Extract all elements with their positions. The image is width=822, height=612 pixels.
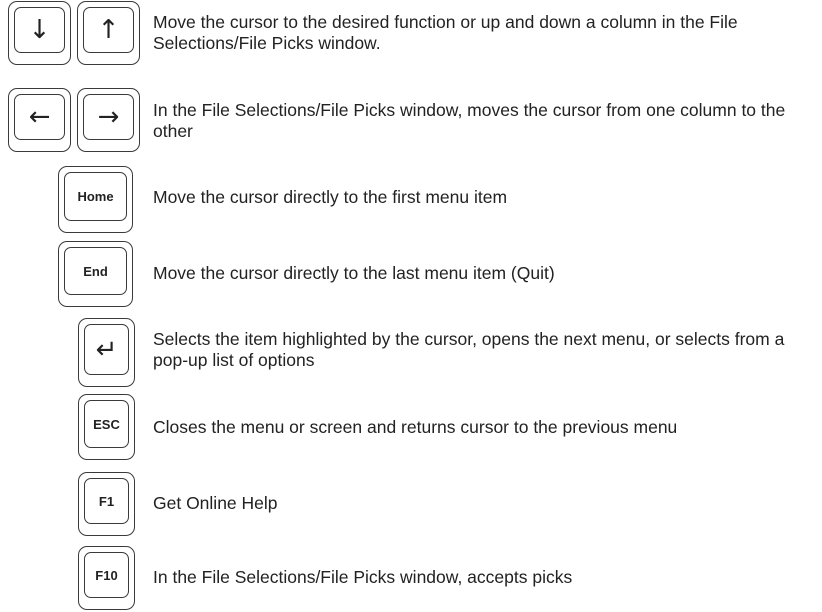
- f1-key: F1: [78, 472, 135, 536]
- arrow-left-key: ←: [8, 88, 71, 152]
- end-key: End: [58, 241, 133, 307]
- end-key-label: End: [64, 247, 127, 295]
- arrow-up-icon: ↑: [83, 7, 134, 53]
- row-7-description: Get Online Help: [153, 493, 278, 513]
- arrow-down-icon: ↓: [14, 7, 65, 53]
- row-4-description: Move the cursor directly to the last men…: [153, 263, 555, 283]
- f10-key-label: F10: [84, 552, 129, 598]
- row-5-description: Selects the item highlighted by the curs…: [153, 329, 785, 370]
- arrow-left-icon: ←: [14, 94, 65, 140]
- f10-key: F10: [78, 546, 135, 610]
- arrow-down-key: ↓: [8, 1, 71, 65]
- esc-key: ESC: [78, 394, 135, 460]
- f1-key-label: F1: [84, 478, 129, 524]
- row-2-description: In the File Selections/File Picks window…: [153, 100, 786, 141]
- row-8-description: In the File Selections/File Picks window…: [153, 567, 573, 587]
- arrow-right-icon: →: [83, 94, 134, 140]
- enter-icon: ↵: [84, 324, 129, 375]
- esc-key-label: ESC: [84, 400, 129, 448]
- row-1-description: Move the cursor to the desired function …: [153, 12, 738, 53]
- home-key-label: Home: [64, 172, 127, 221]
- arrow-right-key: →: [77, 88, 140, 152]
- row-6-description: Closes the menu or screen and returns cu…: [153, 417, 678, 437]
- arrow-up-key: ↑: [77, 1, 140, 65]
- home-key: Home: [58, 166, 133, 233]
- row-3-description: Move the cursor directly to the first me…: [153, 187, 508, 207]
- enter-key: ↵: [78, 318, 135, 387]
